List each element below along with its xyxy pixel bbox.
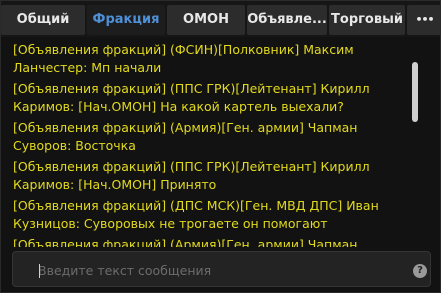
message-line: [Объявления фракций] (ДПС МСК)[Ген. МВД … — [13, 198, 379, 213]
message-line: [Объявления фракций] (ФСИН)[Полковник] М… — [13, 42, 354, 57]
message-line: Суворов: Восточка — [13, 138, 136, 153]
tab-bar: Общий Фракция ОМОН Объявле... Торговый •… — [1, 1, 440, 37]
chat-message: [Объявления фракций] (ППС ГРК)[Лейтенант… — [13, 158, 405, 194]
message-line: [Объявления фракций] (ППС ГРК)[Лейтенант… — [13, 159, 370, 174]
text-caret — [39, 264, 40, 278]
tab-faction[interactable]: Фракция — [87, 5, 165, 35]
message-line: Ланчестер: Мп начали — [13, 60, 162, 75]
message-line: [Объявления фракций] (ППС ГРК)[Лейтенант… — [13, 81, 370, 96]
chat-message-list[interactable]: [Объявления фракций] (ФСИН)[Полковник] М… — [1, 37, 440, 249]
chat-message: [Объявления фракций] (Армия)[Ген. армии]… — [13, 119, 405, 155]
tab-general[interactable]: Общий — [1, 5, 85, 35]
message-line: Кузницов: Суворовых не трогаете он помог… — [13, 216, 328, 231]
chat-message: [Объявления фракций] (ФСИН)[Полковник] М… — [13, 41, 405, 77]
message-input-placeholder: Введите текст сообщения — [38, 263, 212, 278]
chat-message: [Объявления фракций] (ППС ГРК)[Лейтенант… — [13, 80, 405, 116]
more-tabs-button[interactable]: ••• — [407, 5, 440, 35]
message-input-bar: Введите текст сообщения ? — [1, 247, 440, 292]
message-line: Каримов: [Нач.ОМОН] Принято — [13, 177, 217, 192]
help-icon[interactable]: ? — [413, 264, 427, 278]
tab-trade[interactable]: Торговый — [329, 5, 405, 35]
tab-announcements[interactable]: Объявле... — [247, 5, 327, 35]
chat-scrollbar-thumb[interactable] — [412, 62, 418, 122]
tab-omon[interactable]: ОМОН — [167, 5, 245, 35]
message-input[interactable]: Введите текст сообщения ? — [12, 251, 431, 287]
message-line: Каримов: [Нач.ОМОН] На какой картель вые… — [13, 99, 344, 114]
message-line: [Объявления фракций] (Армия)[Ген. армии]… — [13, 120, 358, 135]
chat-window: Общий Фракция ОМОН Объявле... Торговый •… — [0, 0, 441, 293]
chat-message: [Объявления фракций] (ДПС МСК)[Ген. МВД … — [13, 197, 405, 233]
